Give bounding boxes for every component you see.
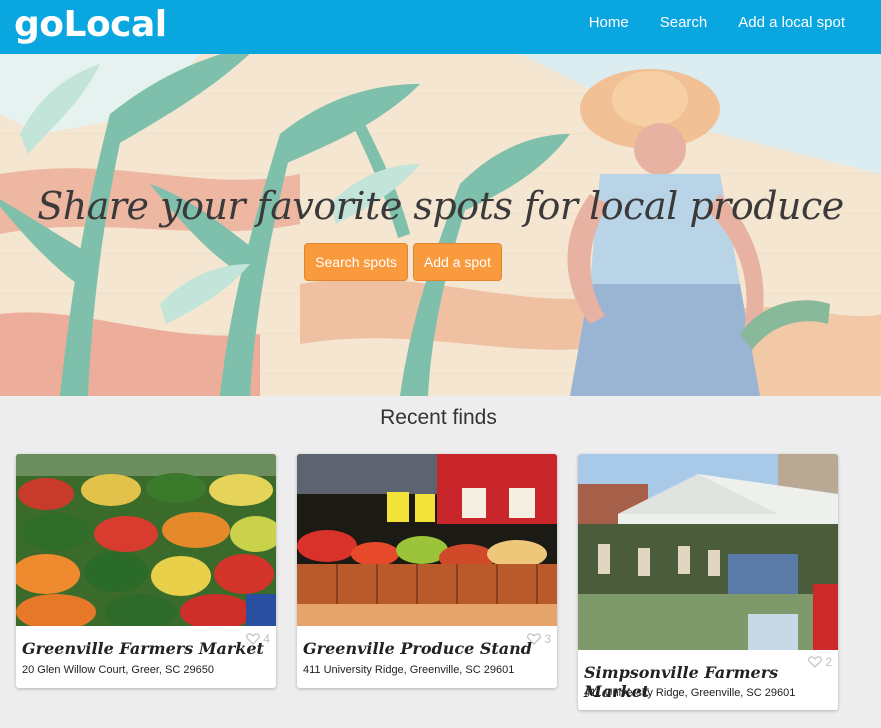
nav-add-spot-link[interactable]: Add a local spot [738,14,845,31]
likes-count: 2 [825,655,832,669]
heart-icon [808,656,823,668]
hero-banner: Share your favorite spots for local prod… [0,54,881,396]
card-likes[interactable]: 4 [246,632,270,646]
recent-finds-heading: Recent finds [380,406,497,429]
card-photo [297,454,557,626]
card-title[interactable]: Greenville Farmers Market [22,639,264,658]
add-spot-button[interactable]: Add a spot [412,243,502,281]
hero-title: Share your favorite spots for local prod… [37,184,844,228]
spot-card[interactable]: Greenville Produce Stand 411 University … [297,454,557,688]
spot-card[interactable]: Greenville Farmers Market 20 Glen Willow… [16,454,276,688]
card-address: 411 University Ridge, Greenville, SC 296… [584,687,796,699]
heart-icon [246,633,261,645]
card-likes[interactable]: 3 [527,632,551,646]
brand-logo[interactable]: goLocal [14,4,167,45]
spot-card[interactable]: Simpsonville Farmers Market 411 Universi… [578,454,838,710]
nav-search-link[interactable]: Search [660,14,708,31]
heart-icon [527,633,542,645]
nav-links: Home Search Add a local spot [589,14,845,31]
card-photo [578,454,838,650]
card-address: 20 Glen Willow Court, Greer, SC 29650 [22,664,214,676]
card-likes[interactable]: 2 [808,655,832,669]
card-photo [16,454,276,626]
card-address: 411 University Ridge, Greenville, SC 296… [303,664,515,676]
hero-buttons: Search spots Add a spot [0,243,806,281]
top-navbar: goLocal Home Search Add a local spot [0,0,881,54]
likes-count: 4 [263,632,270,646]
likes-count: 3 [544,632,551,646]
nav-home-link[interactable]: Home [589,14,629,31]
card-title[interactable]: Greenville Produce Stand [303,639,532,658]
search-spots-button[interactable]: Search spots [304,243,408,281]
